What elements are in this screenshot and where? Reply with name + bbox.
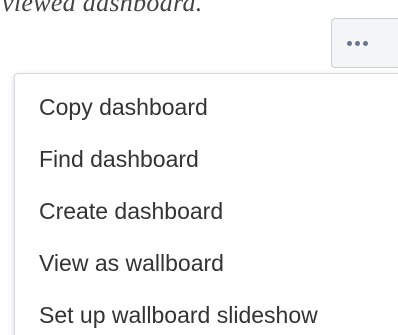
- more-horizontal-icon: [347, 40, 368, 46]
- dashboard-options-menu: Copy dashboard Find dashboard Create das…: [14, 73, 398, 335]
- menu-item-set-up-wallboard-slideshow[interactable]: Set up wallboard slideshow: [15, 291, 398, 335]
- menu-item-copy-dashboard[interactable]: Copy dashboard: [15, 83, 398, 135]
- menu-item-view-as-wallboard[interactable]: View as wallboard: [15, 239, 398, 291]
- menu-item-create-dashboard[interactable]: Create dashboard: [15, 187, 398, 239]
- background-page-text: viewed dashboard.: [2, 0, 203, 17]
- more-options-button[interactable]: [331, 18, 398, 68]
- menu-item-find-dashboard[interactable]: Find dashboard: [15, 135, 398, 187]
